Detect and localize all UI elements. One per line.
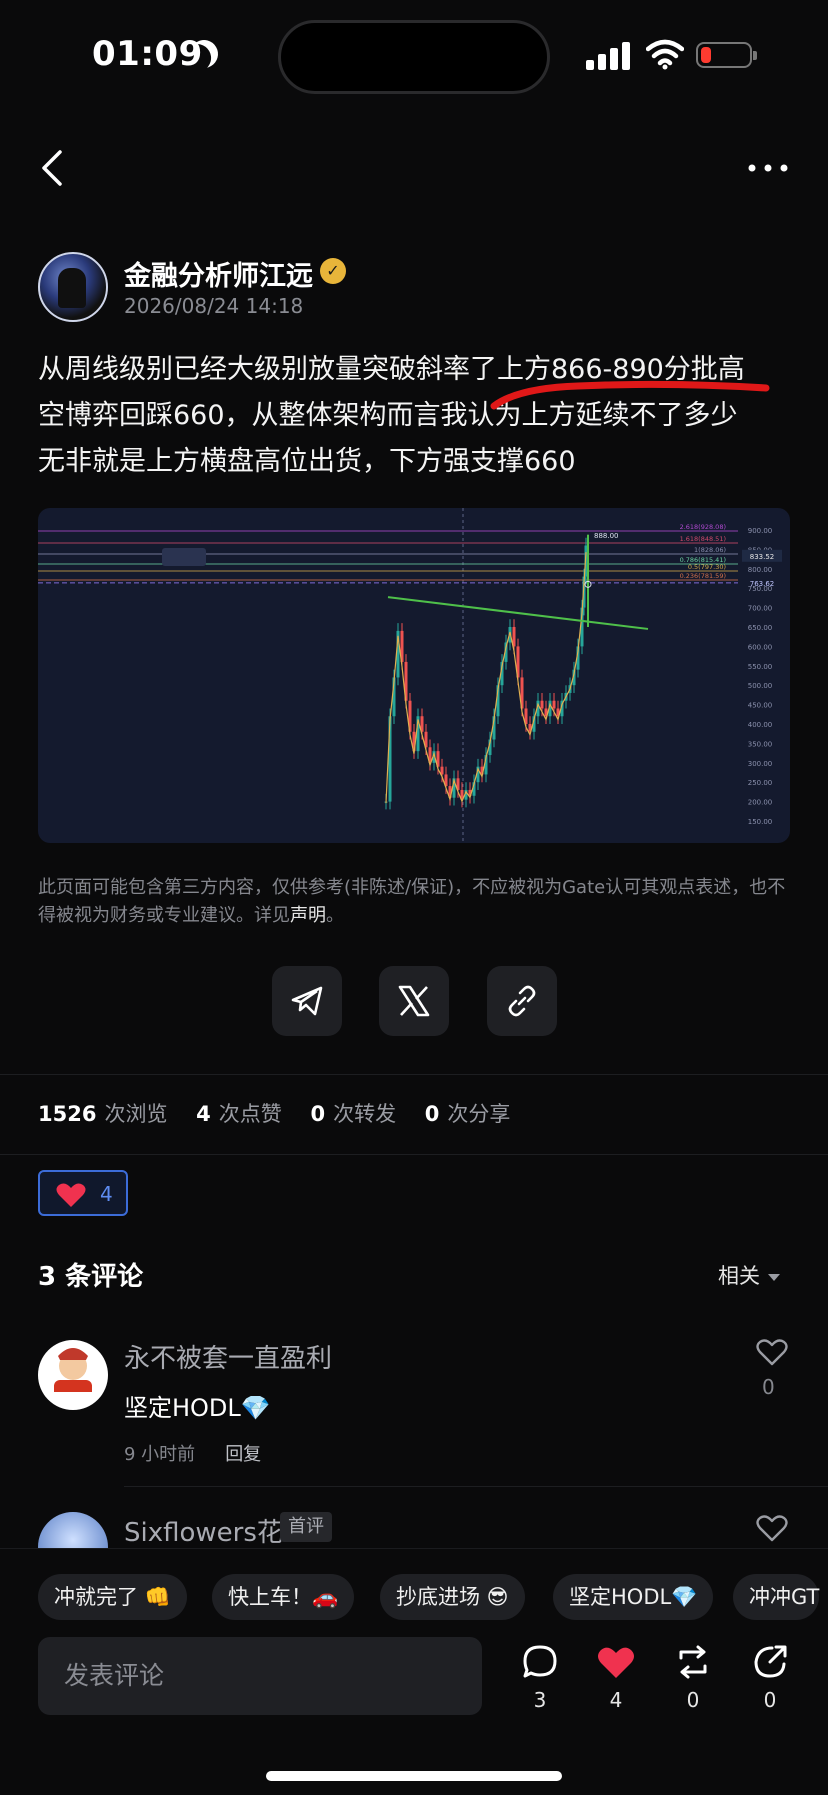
shares-count: 0 bbox=[424, 1102, 440, 1126]
commenter-name[interactable]: Sixflowers花 bbox=[124, 1512, 283, 1549]
candle-body bbox=[552, 700, 556, 709]
comment-like-count: 0 bbox=[762, 1375, 775, 1399]
dynamic-island bbox=[278, 20, 550, 94]
repost-action-count: 0 bbox=[686, 1688, 700, 1712]
drawing-toolbar bbox=[162, 548, 206, 566]
price-axis-label: 600.00 bbox=[748, 643, 773, 651]
sort-dropdown[interactable]: 相关 bbox=[718, 1260, 780, 1290]
commenter-name[interactable]: 永不被套一直盈利 bbox=[124, 1338, 332, 1375]
trendline bbox=[387, 596, 649, 630]
comment-like-icon[interactable] bbox=[756, 1338, 788, 1366]
price-axis-label: 150.00 bbox=[748, 818, 773, 826]
link-icon bbox=[508, 985, 536, 1017]
like-reaction-count: 4 bbox=[100, 1182, 113, 1206]
commenter-avatar[interactable] bbox=[38, 1340, 108, 1410]
comment-text: 坚定HODL💎 bbox=[124, 1394, 271, 1422]
divider bbox=[124, 1486, 828, 1487]
comment-icon[interactable] bbox=[520, 1644, 560, 1680]
wifi-icon bbox=[646, 39, 684, 70]
heart-filled-icon bbox=[56, 1183, 86, 1207]
current-price-label: 833.52 bbox=[750, 553, 775, 561]
reply-button[interactable]: 回复 bbox=[225, 1444, 261, 1465]
x-logo-icon bbox=[398, 985, 430, 1017]
post-line: 无非就是上方横盘高位出货，下方强支撑660 bbox=[38, 446, 576, 477]
divider bbox=[0, 1074, 828, 1075]
fib-label: 2.618(928.08) bbox=[680, 523, 726, 531]
share-x-button[interactable] bbox=[379, 966, 449, 1036]
like-filled-icon[interactable] bbox=[596, 1644, 636, 1680]
disclaimer-end: 。 bbox=[326, 905, 344, 926]
fib-label: 0.236(781.59) bbox=[680, 572, 726, 580]
price-axis-label: 800.00 bbox=[748, 566, 773, 574]
like-action-count: 4 bbox=[609, 1688, 623, 1712]
fib-label: 1(828.06) bbox=[694, 546, 726, 554]
views-count: 1526 bbox=[38, 1102, 97, 1126]
share-telegram-button[interactable] bbox=[272, 966, 342, 1036]
first-comment-badge: 首评 bbox=[280, 1512, 332, 1542]
disclaimer-text: 此页面可能包含第三方内容，仅供参考(非陈述/保证)，不应被视为Gate认可其观点… bbox=[38, 874, 790, 930]
support-level-label: 763.62 bbox=[750, 580, 775, 588]
telegram-icon bbox=[291, 986, 323, 1016]
copy-link-button[interactable] bbox=[487, 966, 557, 1036]
post-line: 空博弈回踩660，从整体架构而言我认为上方延续不了多少 bbox=[38, 400, 738, 431]
quick-reply-chip[interactable]: 抄底进场 😎 bbox=[380, 1574, 525, 1620]
fib-label: 0.5(797.30) bbox=[688, 563, 726, 571]
comment-like-icon[interactable] bbox=[756, 1514, 788, 1542]
repost-icon[interactable] bbox=[673, 1644, 713, 1680]
quick-reply-chip[interactable]: 冲冲GT bbox=[733, 1574, 820, 1620]
price-axis-label: 450.00 bbox=[748, 702, 773, 710]
views-label: 次浏览 bbox=[104, 1102, 168, 1126]
author-avatar[interactable] bbox=[38, 252, 108, 322]
status-time: 01:09 bbox=[92, 34, 203, 74]
price-chart-image[interactable]: 900.00850.00800.00750.00700.00650.00600.… bbox=[38, 508, 790, 843]
sort-label: 相关 bbox=[718, 1264, 760, 1288]
post-timestamp: 2026/08/24 14:18 bbox=[124, 294, 304, 318]
price-axis-label: 300.00 bbox=[748, 760, 773, 768]
battery-icon bbox=[696, 42, 757, 68]
divider bbox=[0, 1154, 828, 1155]
like-reaction-button[interactable]: 4 bbox=[38, 1170, 128, 1216]
quick-reply-chip[interactable]: 坚定HODL💎 bbox=[553, 1574, 714, 1620]
price-axis-label: 200.00 bbox=[748, 799, 773, 807]
quick-reply-chip[interactable]: 冲就完了 👊 bbox=[38, 1574, 187, 1620]
share-action-count: 0 bbox=[763, 1688, 777, 1712]
reposts-count: 0 bbox=[310, 1102, 326, 1126]
likes-label: 次点赞 bbox=[218, 1102, 282, 1126]
post-stats: 1526 次浏览 4 次点赞 0 次转发 0 次分享 bbox=[38, 1098, 532, 1128]
reposts-label: 次转发 bbox=[333, 1102, 397, 1126]
author-name[interactable]: 金融分析师江远 bbox=[124, 254, 313, 293]
signal-icon bbox=[586, 40, 634, 70]
comment-time: 9 小时前 bbox=[124, 1444, 196, 1465]
comment-meta: 9 小时前 回复 bbox=[124, 1440, 261, 1466]
candle-body bbox=[540, 700, 544, 709]
comment-input[interactable]: 发表评论 bbox=[38, 1637, 482, 1715]
quick-reply-chip[interactable]: 快上车！🚗 bbox=[212, 1574, 355, 1620]
price-axis-label: 550.00 bbox=[748, 663, 773, 671]
price-axis-label: 900.00 bbox=[748, 527, 773, 535]
more-options-icon[interactable] bbox=[744, 150, 792, 186]
likes-count: 4 bbox=[196, 1102, 211, 1126]
price-axis-label: 700.00 bbox=[748, 605, 773, 613]
post-line: 从周线级别已经大级别放量突破斜率了上方866-890分批高 bbox=[38, 354, 745, 385]
home-indicator bbox=[266, 1771, 562, 1781]
price-axis-label: 400.00 bbox=[748, 721, 773, 729]
disclaimer-body: 此页面可能包含第三方内容，仅供参考(非陈述/保证)，不应被视为Gate认可其观点… bbox=[38, 877, 786, 926]
share-icon[interactable] bbox=[750, 1644, 790, 1680]
price-axis-label: 500.00 bbox=[748, 682, 773, 690]
disclaimer-link[interactable]: 声明 bbox=[290, 905, 326, 926]
price-axis-label: 250.00 bbox=[748, 779, 773, 787]
verified-badge-icon: ✓ bbox=[320, 258, 346, 284]
chart-svg: 900.00850.00800.00750.00700.00650.00600.… bbox=[38, 508, 782, 843]
high-marker-label: 888.00 bbox=[594, 532, 619, 540]
back-arrow-icon[interactable] bbox=[38, 148, 66, 188]
post-body: 从周线级别已经大级别放量突破斜率了上方866-890分批高 空博弈回踩660，从… bbox=[38, 347, 798, 485]
comments-count-title: 3 条评论 bbox=[38, 1262, 144, 1292]
price-axis-label: 350.00 bbox=[748, 740, 773, 748]
fib-label: 1.618(848.51) bbox=[680, 535, 726, 543]
comment-action-count: 3 bbox=[533, 1688, 547, 1712]
shares-label: 次分享 bbox=[447, 1102, 511, 1126]
price-axis-label: 650.00 bbox=[748, 624, 773, 632]
